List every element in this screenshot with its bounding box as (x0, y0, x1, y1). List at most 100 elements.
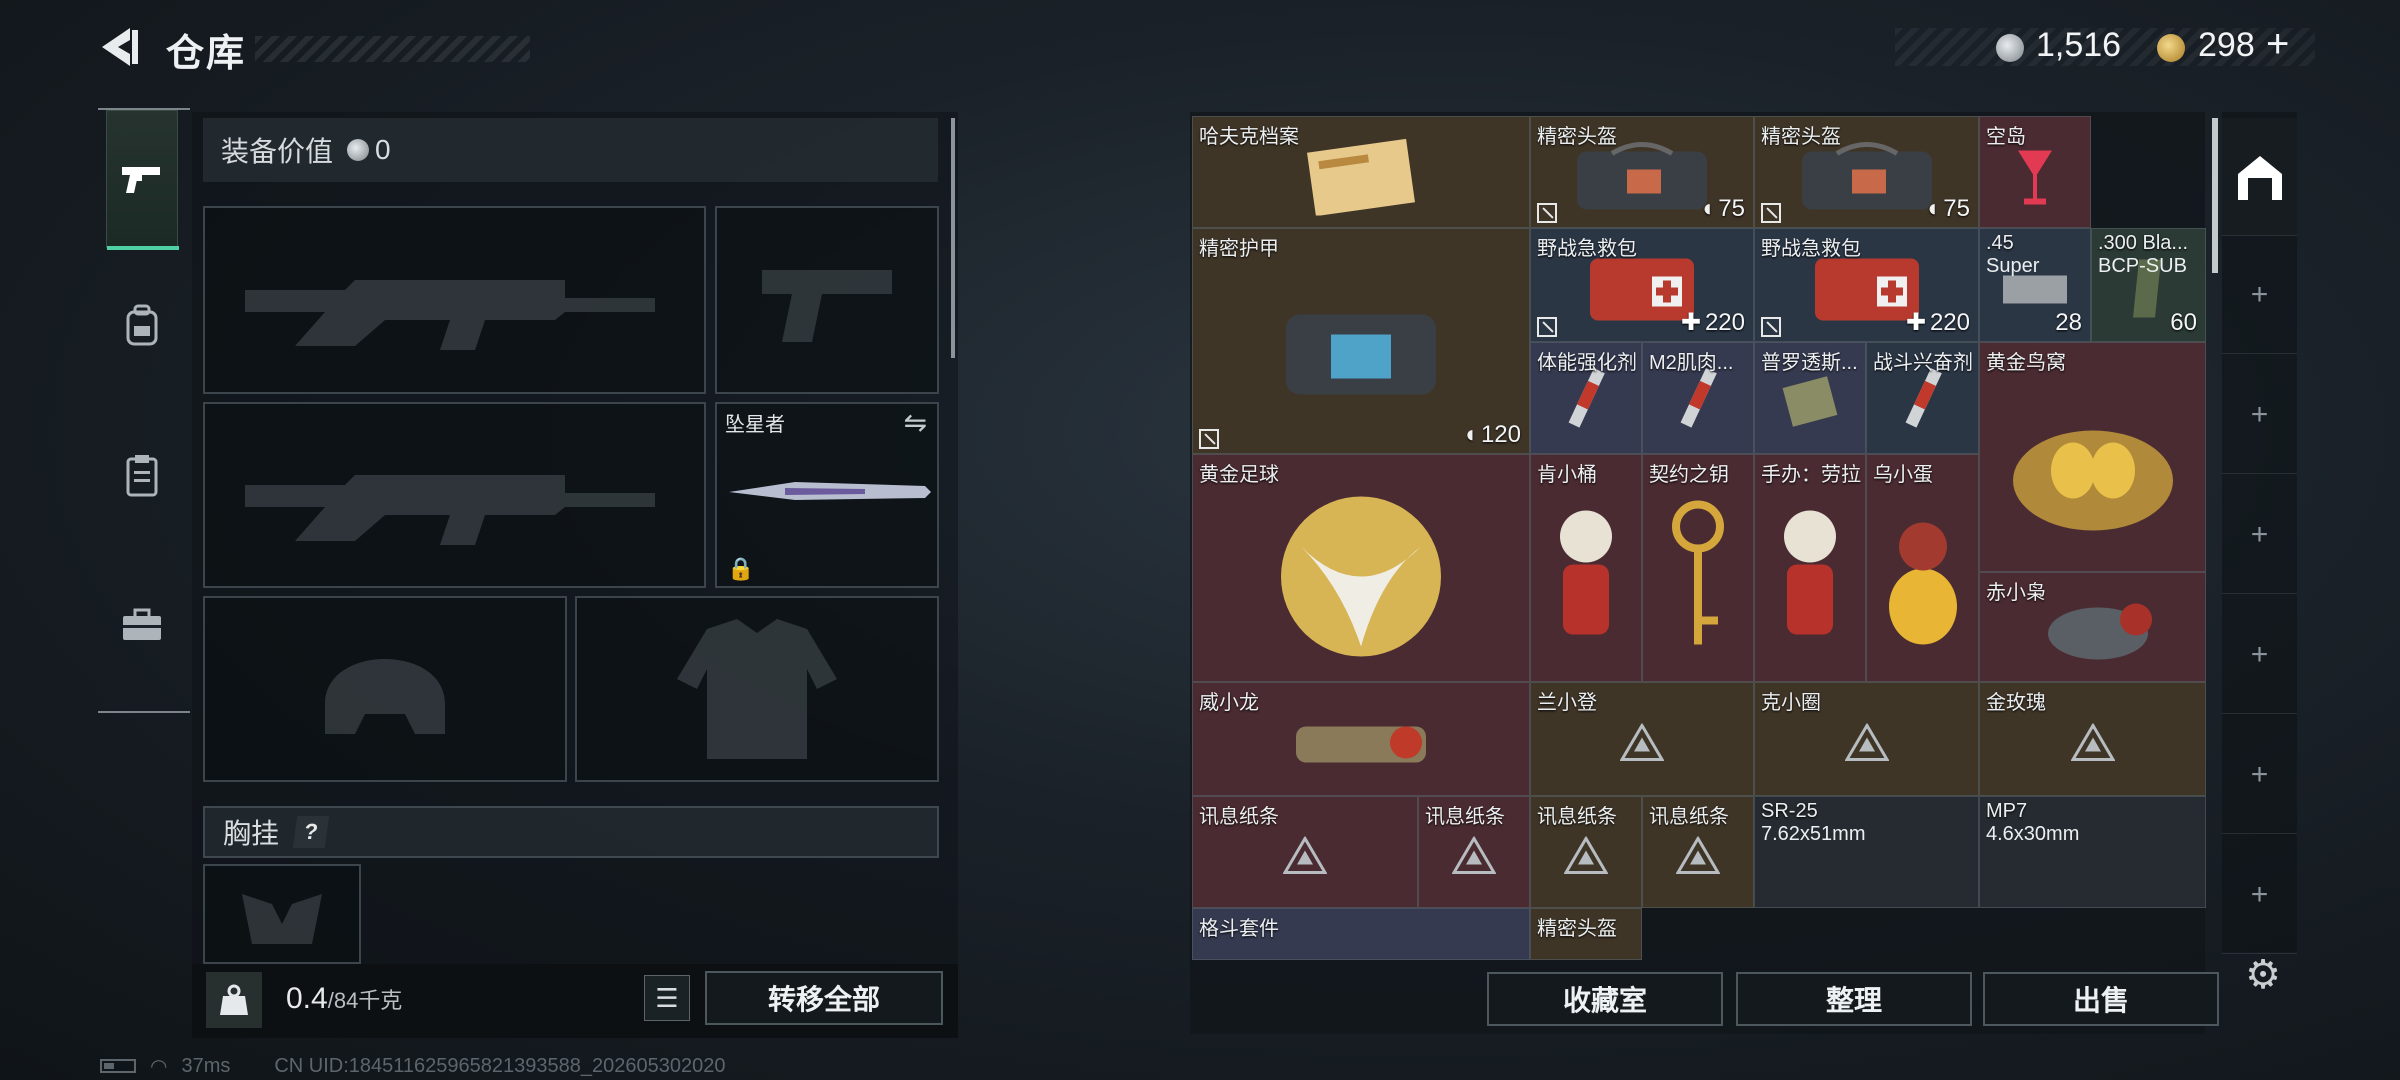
stash-item[interactable]: 野战急救包 220 (1754, 228, 1979, 342)
sell-button[interactable]: 出售 (1983, 972, 2219, 1026)
stash-item[interactable]: 讯息纸条 (1418, 796, 1530, 908)
help-icon[interactable]: ? (292, 816, 330, 848)
category-rail (98, 108, 190, 713)
rifle-silhouette-icon (244, 280, 655, 350)
stash-item[interactable]: 金玫瑰 (1979, 682, 2206, 796)
item-egg-icon (1878, 497, 1968, 662)
status-bar: ◠ 37ms CN UID:184511625965821393588_2026… (100, 1054, 726, 1078)
stash-item[interactable]: 体能强化剂 (1530, 342, 1642, 454)
category-tab-cases[interactable] (106, 556, 178, 694)
stash-item[interactable]: 空岛 (1979, 116, 2091, 228)
add-currency-button[interactable]: + (2266, 22, 2289, 67)
rarity-triangle-icon (1282, 835, 1328, 879)
stash-item[interactable]: 黄金足球 (1192, 454, 1530, 682)
storage-tab-main[interactable] (2222, 118, 2297, 236)
stash-item[interactable]: 黄金鸟窝 (1979, 342, 2206, 572)
storage-tab-add[interactable]: + (2222, 836, 2297, 954)
stash-item[interactable]: 乌小蛋 (1866, 454, 1979, 682)
swap-icon[interactable]: ⇋ (904, 406, 927, 439)
helmet-silhouette-icon (325, 659, 445, 734)
uninsured-icon (1761, 203, 1781, 223)
stash-item[interactable]: 哈夫克档案 (1192, 116, 1530, 228)
user-uid: CN UID:184511625965821393588_20260530202… (274, 1054, 726, 1077)
stash-item[interactable]: SR-25 7.62x51mm (1754, 796, 1979, 908)
sort-button[interactable]: 整理 (1736, 972, 1972, 1026)
list-icon: ☰ (655, 982, 679, 1013)
item-doc-icon (1301, 135, 1421, 220)
stash-item[interactable]: 格斗套件 (1192, 908, 1530, 960)
item-name: 战斗兴奋剂 (1873, 352, 1973, 374)
storage-home-icon (2237, 155, 2282, 200)
stash-item[interactable]: 精密头盔 75 (1530, 116, 1754, 228)
back-button[interactable] (96, 22, 146, 72)
transfer-all-button[interactable]: 转移全部 (705, 971, 943, 1025)
stash-item[interactable]: MP7 4.6x30mm (1979, 796, 2206, 908)
lock-icon: 🔒 (727, 556, 755, 581)
list-view-button[interactable]: ☰ (644, 975, 690, 1021)
stash-item[interactable]: 战斗兴奋剂 (1866, 342, 1979, 454)
stash-item[interactable]: 手办：劳拉 (1754, 454, 1866, 682)
rifle-silhouette-icon (244, 475, 655, 545)
stash-item[interactable]: 契约之钥 (1642, 454, 1754, 682)
item-name: 黄金鸟窝 (1986, 352, 2066, 374)
stash-item[interactable]: 精密护甲 120 (1192, 228, 1530, 454)
stash-item[interactable]: 赤小枭 (1979, 572, 2206, 682)
item-nest-icon (2003, 391, 2183, 546)
carry-weight-value: 0.4 (286, 982, 328, 1015)
category-tab-gear[interactable] (106, 256, 178, 394)
item-name: MP7 (1986, 800, 2028, 822)
item-name: SR-25 (1761, 800, 1818, 822)
primary-weapon-slot[interactable] (203, 206, 706, 394)
stash-item[interactable]: 威小龙 (1192, 682, 1530, 796)
rarity-triangle-icon (1451, 835, 1497, 879)
item-figure-icon (1765, 497, 1855, 662)
stash-item[interactable]: .45 Super 28 (1979, 228, 2091, 342)
storage-tab-add[interactable]: + (2222, 356, 2297, 474)
item-name: 讯息纸条 (1199, 806, 1279, 828)
helmet-slot[interactable] (203, 596, 567, 782)
equipment-value-bar: 装备价值 0 (203, 118, 938, 182)
stash-item[interactable]: .300 Bla... BCP-SUB 60 (2091, 228, 2206, 342)
item-value: 28 (2055, 309, 2082, 336)
stash-item[interactable]: M2肌肉... (1642, 342, 1754, 454)
item-subtitle: Super (1986, 255, 2040, 277)
back-arrow-icon (102, 28, 138, 66)
item-key-icon (1663, 497, 1733, 662)
carry-weight-max: /84千克 (327, 988, 403, 1013)
stash-item[interactable]: 野战急救包 220 (1530, 228, 1754, 342)
equipment-value-label: 装备价值 (221, 136, 334, 167)
pistol-slot[interactable] (715, 206, 939, 394)
secondary-weapon-slot[interactable] (203, 402, 706, 588)
chest-rig-silhouette-icon (242, 894, 322, 944)
stash-item[interactable]: 克小圈 (1754, 682, 1979, 796)
stash-item[interactable]: 精密头盔 (1530, 908, 1642, 960)
item-name: 兰小登 (1537, 692, 1597, 714)
storage-tab-add[interactable]: + (2222, 476, 2297, 594)
stash-item[interactable]: 讯息纸条 (1530, 796, 1642, 908)
chest-rig-slot[interactable] (203, 864, 361, 964)
item-dragon-icon (1286, 702, 1436, 787)
armor-slot[interactable] (575, 596, 939, 782)
stash-item[interactable]: 肯小桶 (1530, 454, 1642, 682)
category-tab-consumables[interactable] (106, 406, 178, 544)
melee-slot[interactable]: 坠星者 ⇋ 🔒 (715, 402, 939, 588)
collection-room-button[interactable]: 收藏室 (1487, 972, 1723, 1026)
category-tab-firearms[interactable] (106, 110, 179, 250)
storage-tab-add[interactable]: + (2222, 716, 2297, 834)
stash-item[interactable]: 普罗透斯... (1754, 342, 1866, 454)
stash-item[interactable]: 兰小登 (1530, 682, 1754, 796)
silver-balance: 1,516 (2036, 26, 2122, 64)
silver-coin-icon (347, 139, 370, 161)
equipment-scrollbar[interactable] (951, 118, 955, 358)
item-name: 威小龙 (1199, 692, 1259, 714)
storage-tab-add[interactable]: + (2222, 596, 2297, 714)
gold-balance: 298 (2198, 26, 2255, 64)
item-name: 讯息纸条 (1425, 806, 1505, 828)
item-subtitle: 4.6x30mm (1986, 823, 2080, 845)
stash-item[interactable]: 精密头盔 75 (1754, 116, 1979, 228)
stash-scrollbar[interactable] (2212, 118, 2218, 273)
stash-item[interactable]: 讯息纸条 (1192, 796, 1418, 908)
stash-item[interactable]: 讯息纸条 (1642, 796, 1754, 908)
storage-tab-add[interactable]: + (2222, 236, 2297, 354)
settings-gear-icon[interactable]: ⚙ (2240, 952, 2286, 998)
